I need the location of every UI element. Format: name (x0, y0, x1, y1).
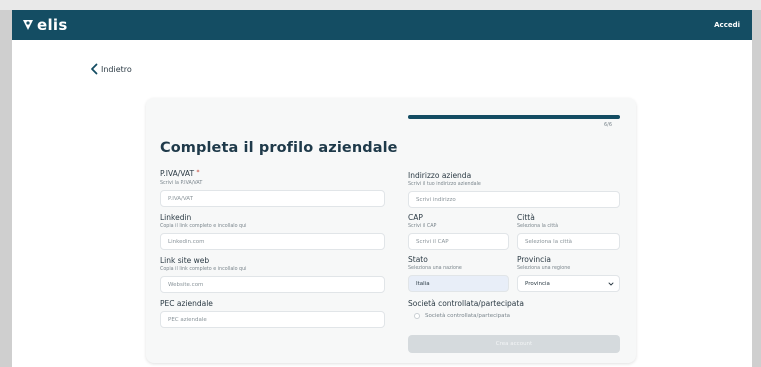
cap-label: CAP (408, 213, 423, 222)
back-label: Indietro (101, 64, 132, 74)
address-input[interactable]: Scrivi indirizzo (408, 191, 620, 208)
linkedin-input[interactable]: Linkedin.com (160, 233, 385, 250)
province-label: Provincia (517, 255, 551, 264)
profile-form-card: 6/6 Completa il profilo aziendale P.IVA/… (146, 98, 636, 363)
state-hint: Seleziona una nazione (408, 266, 462, 271)
controlled-company-option[interactable]: Società controllata/partecipata (414, 313, 510, 319)
pec-input[interactable]: PEC aziendale (160, 311, 385, 328)
create-account-button[interactable]: Crea account (408, 335, 620, 353)
pec-label: PEC aziendale (160, 299, 213, 308)
progress-bar-fill (408, 115, 620, 119)
chevron-down-icon (608, 282, 614, 286)
cap-input[interactable]: Scrivi il CAP (408, 233, 509, 250)
controlled-company-checkbox[interactable] (414, 313, 420, 319)
piva-hint: Scrivi la P.IVA/VAT (160, 181, 203, 186)
city-input[interactable]: Seleziona la città (517, 233, 620, 250)
app-window: elis Accedi Indietro 6/6 Completa il pro… (12, 10, 752, 367)
brand-logo[interactable]: elis (22, 16, 68, 34)
progress-bar (408, 115, 620, 119)
elis-logo-icon (23, 20, 33, 30)
website-label: Link site web (160, 256, 210, 265)
background-chrome-right (752, 10, 761, 367)
linkedin-label: Linkedin (160, 213, 192, 222)
piva-input[interactable]: P.IVA/VAT (160, 190, 385, 207)
controlled-company-label: Società controllata/partecipata (408, 299, 524, 308)
login-link[interactable]: Accedi (714, 21, 740, 29)
chevron-left-icon (91, 63, 98, 75)
piva-label: P.IVA/VAT * (160, 169, 200, 178)
province-select-value: Provincia (525, 280, 550, 287)
address-label: Indirizzo azienda (408, 171, 472, 180)
background-chrome (0, 0, 761, 10)
website-input[interactable]: Website.com (160, 276, 385, 293)
controlled-company-checkbox-label: Società controllata/partecipata (425, 313, 511, 319)
top-navbar: elis Accedi (12, 10, 752, 40)
back-link[interactable]: Indietro (90, 63, 132, 75)
background-chrome-left (0, 10, 12, 367)
website-hint: Copia il link completo e incollalo qui (160, 267, 247, 272)
state-label: Stato (408, 255, 428, 264)
city-hint: Seleziona la città (517, 224, 559, 229)
page-title: Completa il profilo aziendale (160, 140, 398, 156)
brand-name: elis (37, 16, 68, 34)
province-hint: Seleziona una regione (517, 266, 571, 271)
required-mark: * (196, 169, 200, 176)
cap-hint: Scrivi il CAP (408, 224, 437, 229)
linkedin-hint: Copia il link completo e incollalo qui (160, 224, 247, 229)
progress-label: 6/6 (604, 122, 613, 128)
state-select[interactable]: Italia (408, 275, 509, 292)
province-select[interactable]: Provincia (517, 275, 620, 292)
address-hint: Scrivi il tuo indirizzo aziendale (408, 182, 481, 187)
city-label: Città (517, 213, 535, 222)
